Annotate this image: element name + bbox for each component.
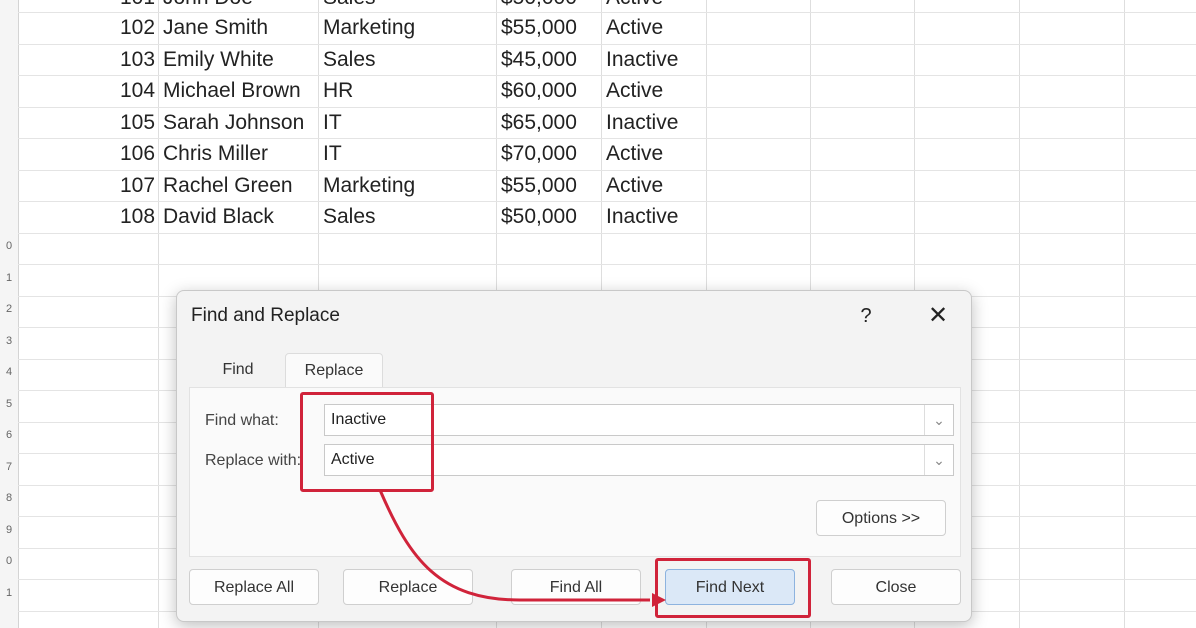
annotation-arrow	[378, 489, 666, 607]
